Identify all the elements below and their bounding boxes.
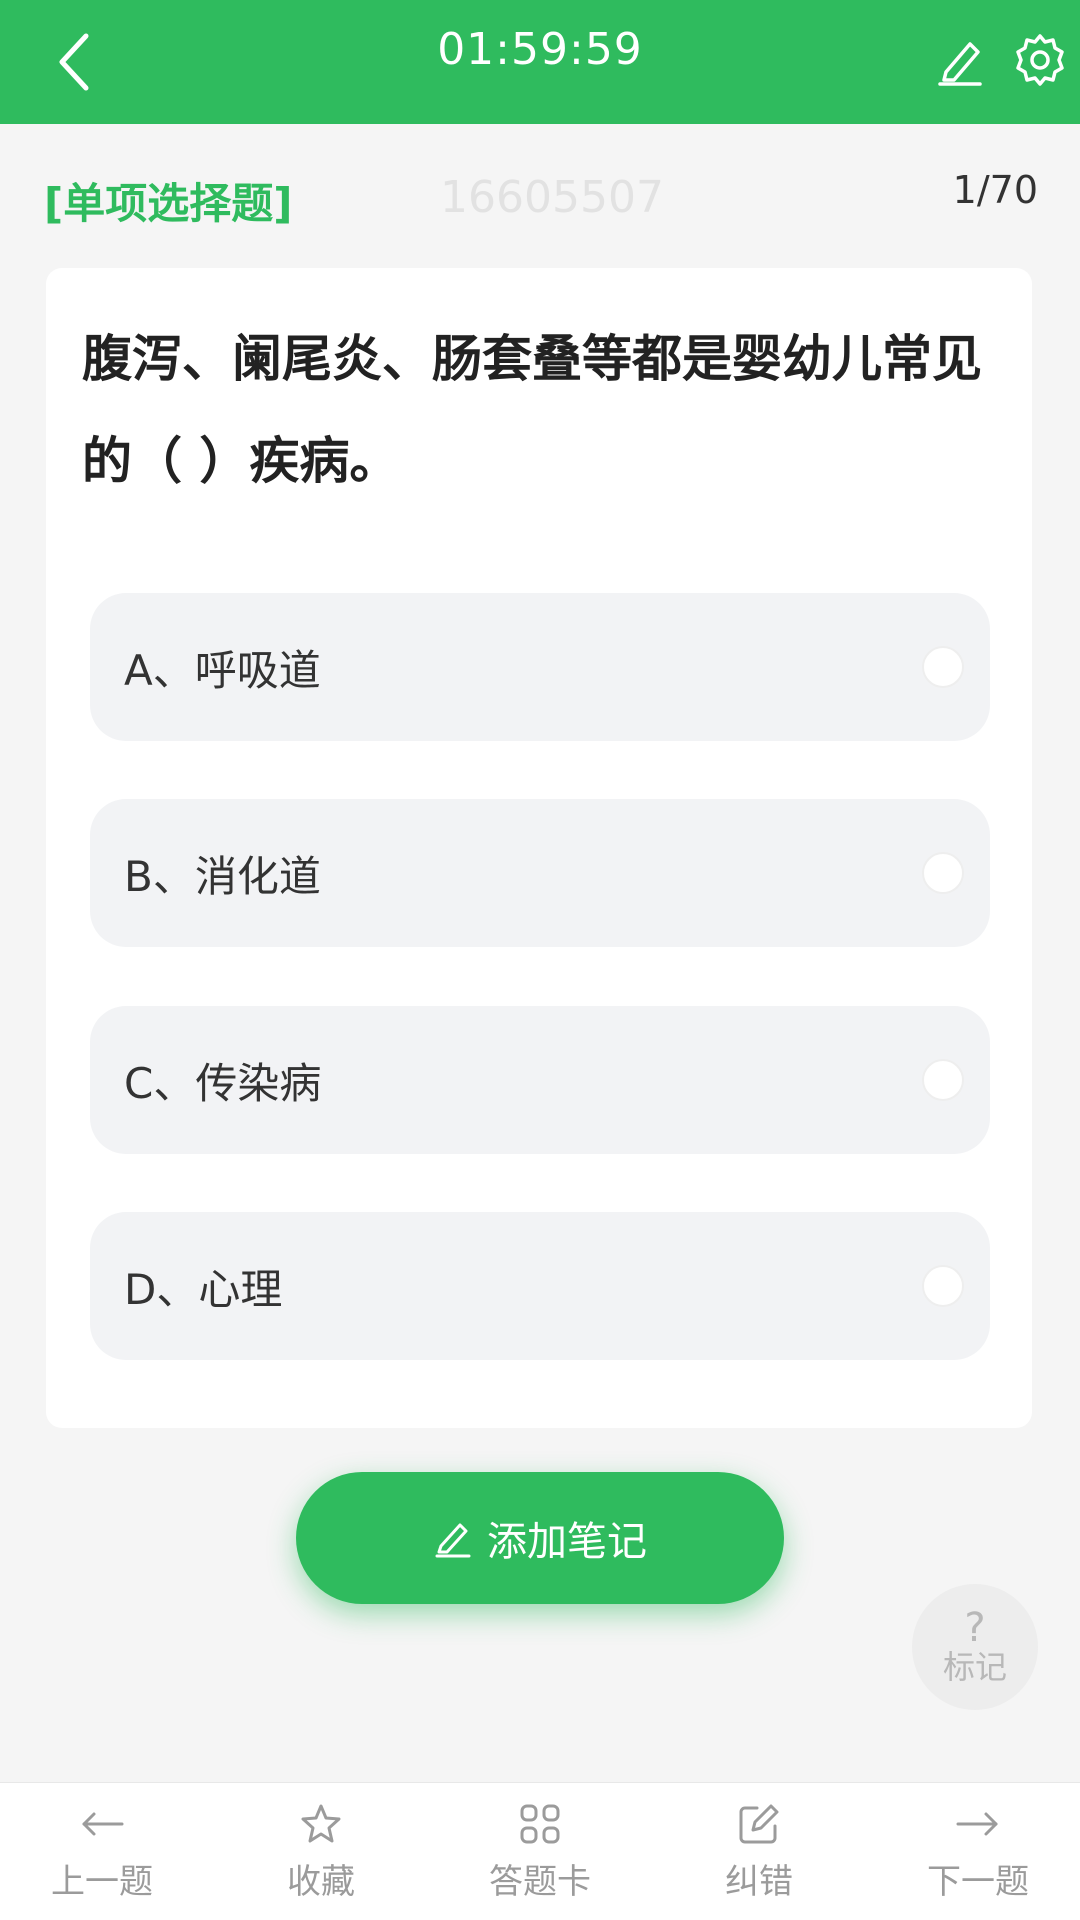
next-question-label: 下一题 xyxy=(927,1862,1029,1902)
option-c[interactable]: C、传染病 xyxy=(90,1006,990,1154)
mark-button[interactable]: ? 标记 xyxy=(912,1584,1038,1710)
arrow-left-icon xyxy=(82,1812,124,1836)
question-counter: 1/70 xyxy=(952,168,1038,212)
answer-sheet-label: 答题卡 xyxy=(489,1862,591,1902)
option-label: C、传染病 xyxy=(124,1058,322,1108)
option-d[interactable]: D、心理 xyxy=(90,1212,990,1360)
option-label: D、心理 xyxy=(124,1264,283,1314)
top-bar: 01:59:59 xyxy=(0,0,1080,124)
answer-sheet-button[interactable]: 答题卡 xyxy=(450,1792,630,1912)
radio-circle-icon[interactable] xyxy=(922,852,964,894)
favorite-label: 收藏 xyxy=(287,1862,355,1902)
favorite-button[interactable]: 收藏 xyxy=(231,1792,411,1912)
add-note-label: 添加笔记 xyxy=(487,1519,647,1565)
question-text: 腹泻、阑尾炎、肠套叠等都是婴幼儿常见的（ ）疾病。 xyxy=(82,330,982,490)
settings-button[interactable] xyxy=(1010,30,1070,90)
question-mark-icon: ? xyxy=(964,1605,986,1651)
grid-icon xyxy=(520,1804,560,1844)
option-a[interactable]: A、呼吸道 xyxy=(90,593,990,741)
gear-icon xyxy=(1016,34,1064,86)
star-icon xyxy=(301,1804,341,1843)
edit-button[interactable] xyxy=(930,30,990,90)
option-label: A、呼吸道 xyxy=(124,645,321,695)
watermark-text: 16605507 xyxy=(440,172,664,223)
prev-question-label: 上一题 xyxy=(51,1862,153,1902)
report-error-label: 纠错 xyxy=(725,1862,793,1902)
mark-label: 标记 xyxy=(942,1648,1007,1686)
radio-circle-icon[interactable] xyxy=(922,646,964,688)
option-label: B、消化道 xyxy=(124,851,321,901)
pencil-icon xyxy=(938,42,982,86)
edit-icon xyxy=(739,1804,779,1844)
exam-timer: 01:59:59 xyxy=(437,24,643,75)
radio-circle-icon[interactable] xyxy=(922,1059,964,1101)
question-card: 腹泻、阑尾炎、肠套叠等都是婴幼儿常见的（ ）疾病。 A、呼吸道 B、消化道 C、… xyxy=(46,268,1032,1428)
radio-circle-icon[interactable] xyxy=(922,1265,964,1307)
question-type-label: [单项选择题] xyxy=(44,179,293,228)
next-question-button[interactable]: 下一题 xyxy=(888,1792,1068,1912)
option-b[interactable]: B、消化道 xyxy=(90,799,990,947)
report-error-button[interactable]: 纠错 xyxy=(669,1792,849,1912)
prev-question-button[interactable]: 上一题 xyxy=(12,1792,192,1912)
pencil-icon xyxy=(435,1523,471,1558)
bottom-nav: 上一题 收藏 答题卡 纠错 下一题 xyxy=(0,1782,1080,1920)
arrow-right-icon xyxy=(956,1812,998,1836)
add-note-button[interactable]: 添加笔记 xyxy=(296,1472,784,1604)
